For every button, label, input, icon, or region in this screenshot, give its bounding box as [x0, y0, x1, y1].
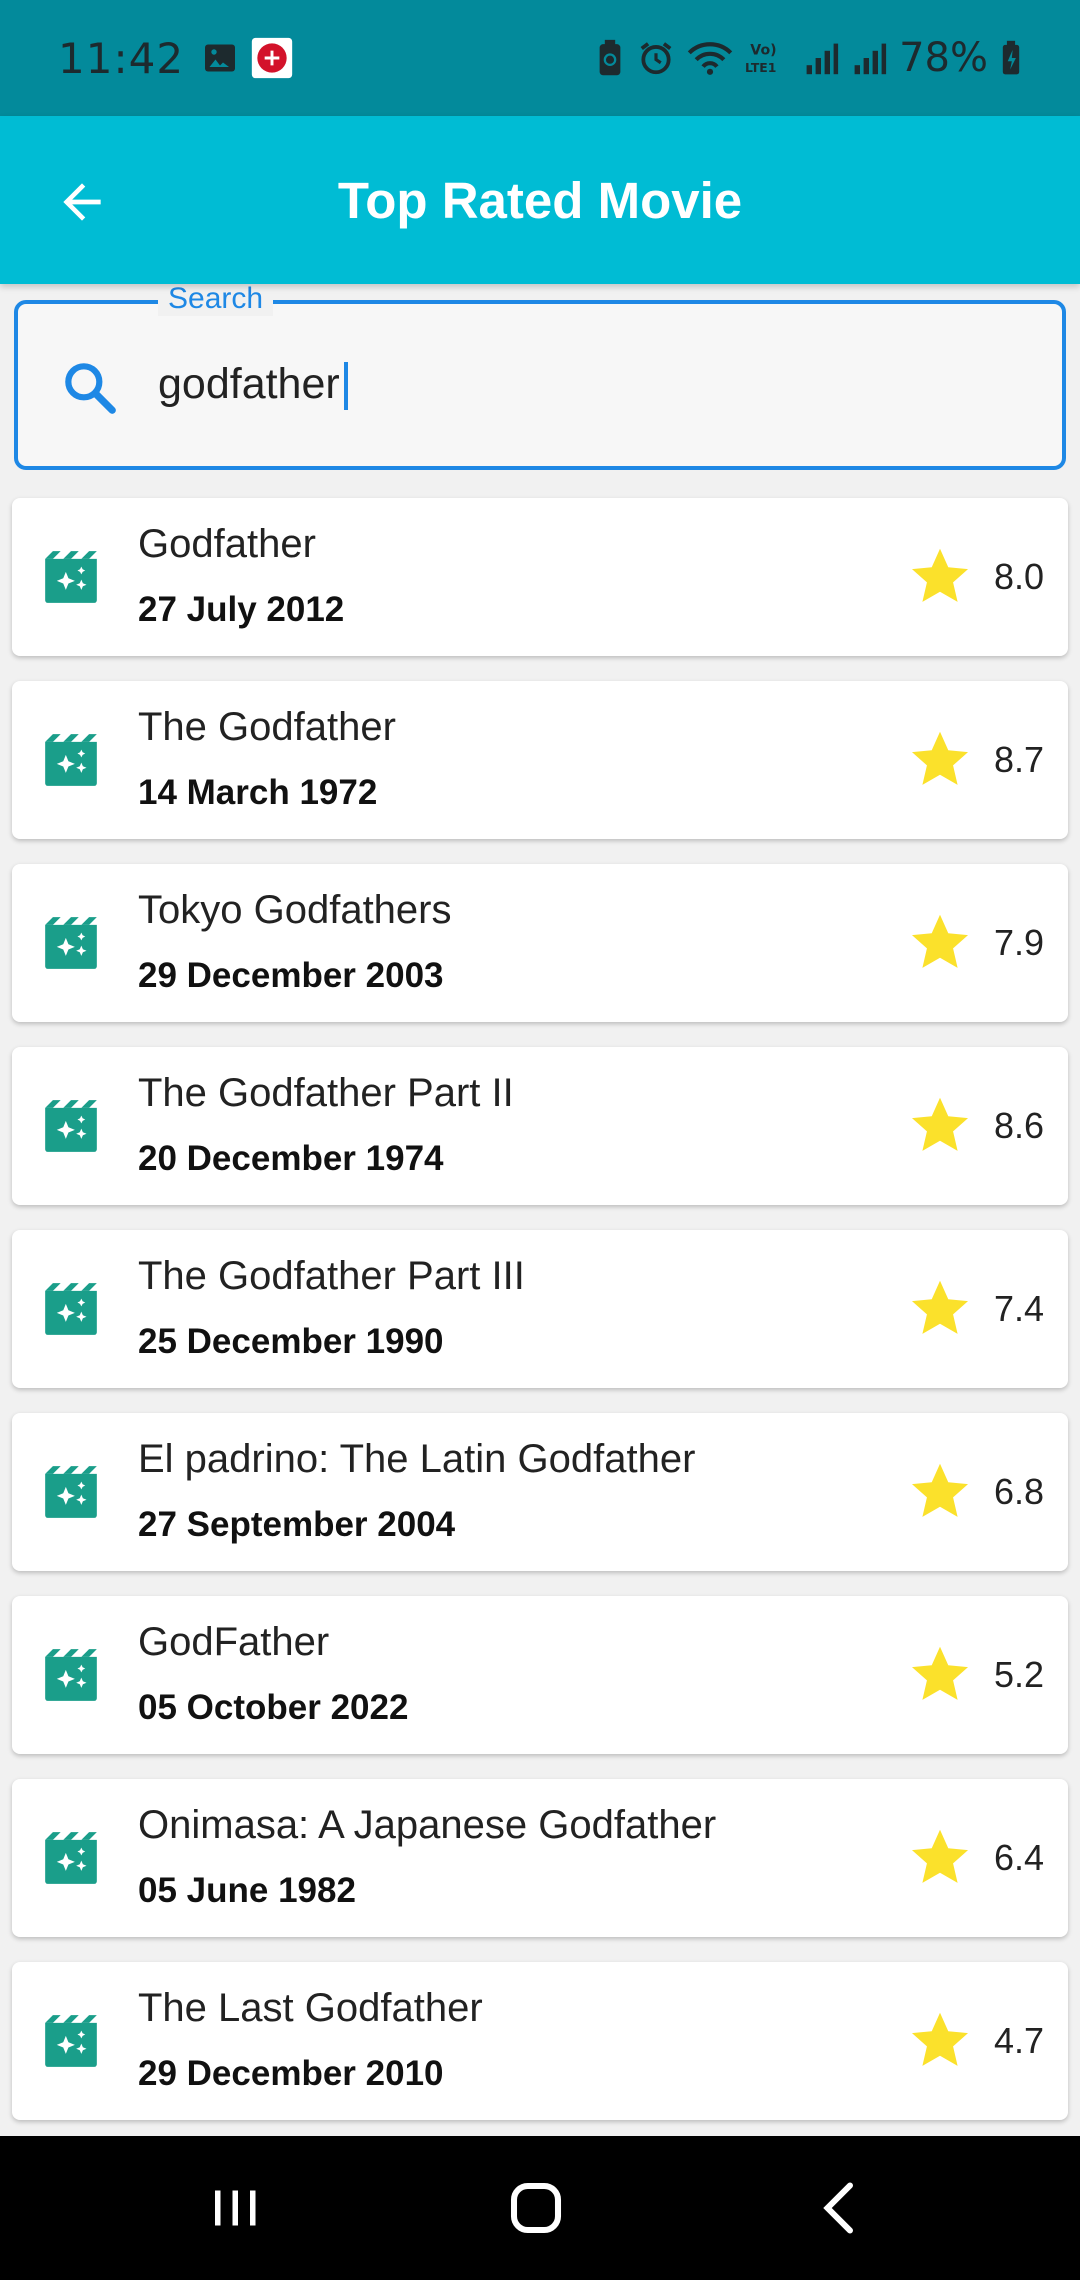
navigation-bar — [0, 2136, 1080, 2280]
star-icon — [908, 910, 972, 979]
star-icon — [908, 727, 972, 796]
movie-title: Tokyo Godfathers — [138, 888, 452, 932]
movie-card[interactable]: El padrino: The Latin Godfather 27 Septe… — [12, 1413, 1068, 1571]
search-field[interactable]: Search — [14, 282, 1066, 470]
volte-lte1-icon: Vo) LTE1 — [745, 38, 791, 78]
movie-card[interactable]: The Godfather 14 March 1972 8.7 — [12, 681, 1068, 839]
movie-title: The Godfather Part II — [138, 1071, 514, 1115]
signal-icon — [851, 40, 887, 76]
movie-release-date: 25 December 1990 — [138, 1322, 444, 1361]
recent-apps-icon — [215, 2190, 256, 2226]
movie-release-date: 05 October 2022 — [138, 1688, 409, 1727]
search-label: Search — [158, 282, 274, 316]
movie-rating: 8.6 — [993, 1105, 1044, 1146]
movie-release-date: 27 September 2004 — [138, 1505, 456, 1544]
movie-card[interactable]: GodFather 05 October 2022 5.2 — [12, 1596, 1068, 1754]
recent-apps-button[interactable] — [195, 2168, 275, 2248]
star-icon — [908, 1642, 972, 1711]
movie-release-date: 29 December 2010 — [138, 2054, 444, 2093]
wifi-icon — [687, 39, 733, 77]
movie-filter-icon — [40, 1280, 102, 1343]
movie-filter-icon — [40, 1646, 102, 1709]
movie-title: GodFather — [138, 1620, 330, 1664]
movie-rating: 7.4 — [993, 1288, 1044, 1329]
search-icon — [58, 356, 120, 423]
movie-title: The Last Godfather — [138, 1986, 483, 2030]
movie-title: The Godfather — [138, 705, 396, 749]
image-icon — [202, 40, 238, 76]
movie-rating: 8.0 — [993, 556, 1044, 597]
movie-rating: 6.8 — [993, 1471, 1044, 1512]
svg-text:Vo): Vo) — [750, 42, 776, 58]
movie-filter-icon — [40, 548, 102, 611]
movie-filter-icon — [40, 1463, 102, 1526]
svg-text:LTE1: LTE1 — [745, 61, 776, 75]
alarm-icon — [637, 39, 675, 77]
battery-saver-icon — [595, 39, 625, 77]
movie-filter-icon — [40, 1097, 102, 1160]
home-icon — [510, 2182, 562, 2234]
movie-card[interactable]: The Last Godfather 29 December 2010 4.7 — [12, 1962, 1068, 2120]
movie-title: El padrino: The Latin Godfather — [138, 1437, 696, 1481]
movie-filter-icon — [40, 2012, 102, 2075]
battery-percent: 78% — [899, 35, 988, 81]
movie-filter-icon — [40, 1829, 102, 1892]
text-caret — [343, 362, 348, 410]
signal-icon — [803, 40, 839, 76]
star-icon — [908, 1276, 972, 1345]
star-icon — [908, 544, 972, 613]
star-icon — [908, 1093, 972, 1162]
movie-rating: 7.9 — [993, 922, 1044, 963]
movie-release-date: 05 June 1982 — [138, 1871, 356, 1910]
pizza-app-icon — [250, 36, 294, 80]
movie-card[interactable]: Godfather 27 July 2012 8.0 — [12, 498, 1068, 656]
battery-charging-icon — [1000, 40, 1022, 76]
movie-rating: 4.7 — [993, 2020, 1044, 2061]
movie-release-date: 29 December 2003 — [138, 956, 444, 995]
back-button[interactable] — [40, 160, 124, 244]
status-bar: 11:42 Vo) LTE1 78% — [0, 0, 1080, 116]
movie-filter-icon — [40, 731, 102, 794]
movie-card[interactable]: Onimasa: A Japanese Godfather 05 June 19… — [12, 1779, 1068, 1937]
app-bar: Top Rated Movie — [0, 116, 1080, 284]
movie-card[interactable]: The Godfather Part III 25 December 1990 … — [12, 1230, 1068, 1388]
back-nav-button[interactable] — [800, 2168, 880, 2248]
movie-rating: 8.7 — [993, 739, 1044, 780]
movie-title: Onimasa: A Japanese Godfather — [138, 1803, 717, 1847]
movie-list: Godfather 27 July 2012 8.0 The Godfather… — [12, 498, 1068, 2145]
star-icon — [908, 2008, 972, 2077]
movie-release-date: 20 December 1974 — [138, 1139, 444, 1178]
star-icon — [908, 1459, 972, 1528]
movie-card[interactable]: Tokyo Godfathers 29 December 2003 7.9 — [12, 864, 1068, 1022]
movie-release-date: 27 July 2012 — [138, 590, 345, 629]
movie-rating: 5.2 — [993, 1654, 1044, 1695]
movie-title: The Godfather Part III — [138, 1254, 525, 1298]
movie-filter-icon — [40, 914, 102, 977]
star-icon — [908, 1825, 972, 1894]
page-title: Top Rated Movie — [337, 171, 743, 229]
home-button[interactable] — [496, 2168, 576, 2248]
status-time: 11:42 — [58, 33, 185, 83]
movie-rating: 6.4 — [993, 1837, 1044, 1878]
movie-release-date: 14 March 1972 — [138, 773, 378, 812]
movie-title: Godfather — [138, 522, 316, 566]
search-input[interactable] — [158, 344, 1018, 424]
arrow-back-icon — [63, 183, 101, 221]
back-nav-icon — [823, 2182, 853, 2234]
movie-card[interactable]: The Godfather Part II 20 December 1974 8… — [12, 1047, 1068, 1205]
